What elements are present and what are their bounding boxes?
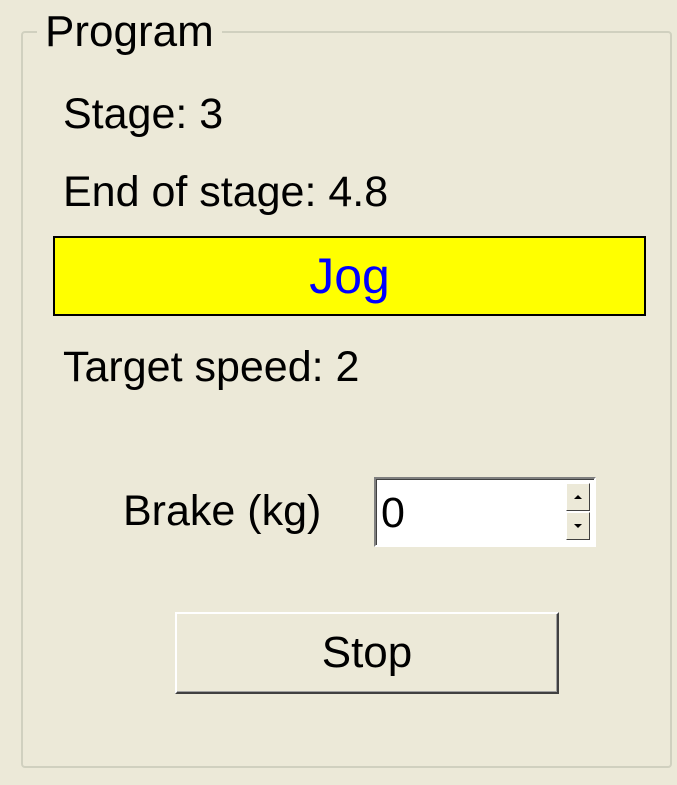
spin-down-button[interactable] xyxy=(566,512,590,540)
stage-label: Stage: 3 xyxy=(63,90,224,138)
mode-label: Jog xyxy=(309,248,390,304)
program-group-title: Program xyxy=(37,6,222,58)
target-speed-label: Target speed: 2 xyxy=(63,343,360,391)
brake-label: Brake (kg) xyxy=(123,487,322,535)
brake-value-input[interactable]: 0 xyxy=(381,489,405,537)
spin-down-arrow-icon xyxy=(574,524,582,528)
spin-up-button[interactable] xyxy=(566,483,590,511)
stop-button[interactable]: Stop xyxy=(175,612,559,694)
end-of-stage-label: End of stage: 4.8 xyxy=(63,168,389,216)
mode-banner: Jog xyxy=(53,236,646,316)
spin-up-arrow-icon xyxy=(574,495,582,499)
brake-spinner[interactable]: 0 xyxy=(374,477,596,547)
